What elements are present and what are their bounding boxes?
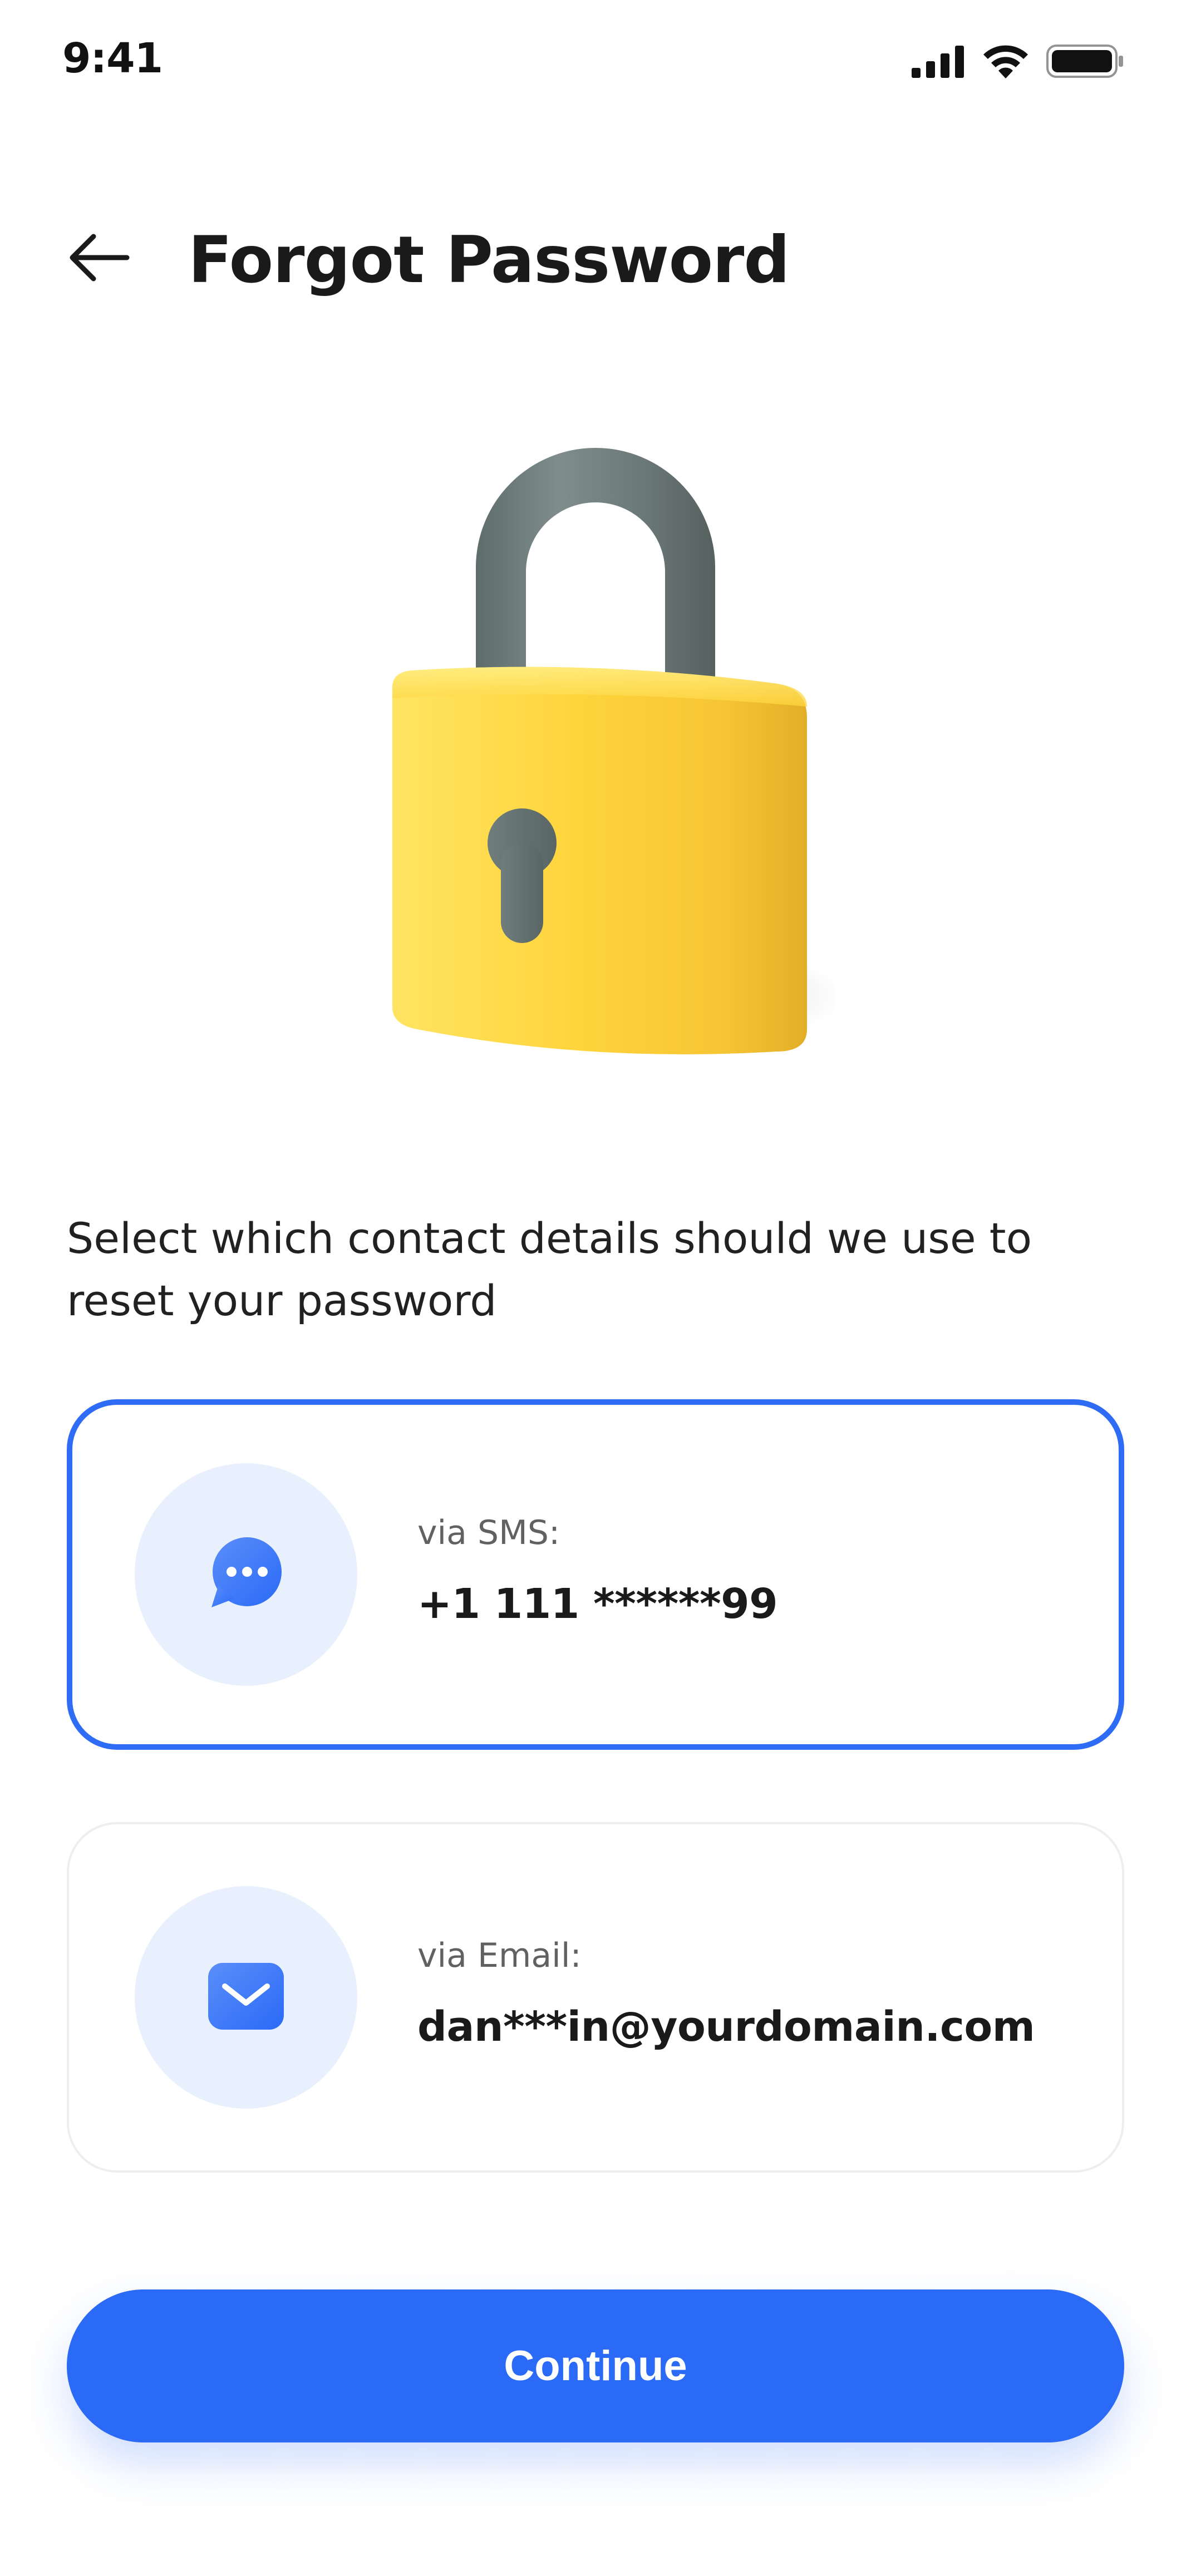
battery-icon xyxy=(1046,43,1124,81)
instruction-text: Select which contact details should we u… xyxy=(67,1213,1032,1325)
sms-option-card[interactable]: via SMS: +1 111 ******99 xyxy=(67,1399,1124,1750)
mail-icon xyxy=(208,1963,284,2032)
status-icons xyxy=(912,43,1124,81)
chat-bubble-icon xyxy=(207,1537,285,1612)
signal-icon xyxy=(912,45,965,80)
status-bar: 9:41 xyxy=(0,0,1191,128)
forgot-password-screen: 9:41 Forgot Password Select which contac… xyxy=(0,0,1191,2576)
email-icon-circle xyxy=(135,1886,357,2109)
sms-option-label: via SMS: xyxy=(417,1513,560,1552)
arrow-left-icon xyxy=(67,233,131,285)
wifi-icon xyxy=(982,44,1030,81)
back-button[interactable] xyxy=(67,231,139,287)
header: Forgot Password xyxy=(0,206,1191,306)
sms-icon-circle xyxy=(135,1463,357,1686)
sms-option-value: +1 111 ******99 xyxy=(417,1580,778,1628)
page-title: Forgot Password xyxy=(188,223,790,298)
status-time: 9:41 xyxy=(62,34,163,82)
email-option-card[interactable]: via Email: dan***in@yourdomain.com xyxy=(67,1822,1124,2173)
padlock-icon xyxy=(367,434,846,1079)
continue-button[interactable]: Continue xyxy=(67,2289,1124,2442)
email-option-label: via Email: xyxy=(417,1936,582,1975)
email-option-value: dan***in@yourdomain.com xyxy=(417,2003,1035,2051)
